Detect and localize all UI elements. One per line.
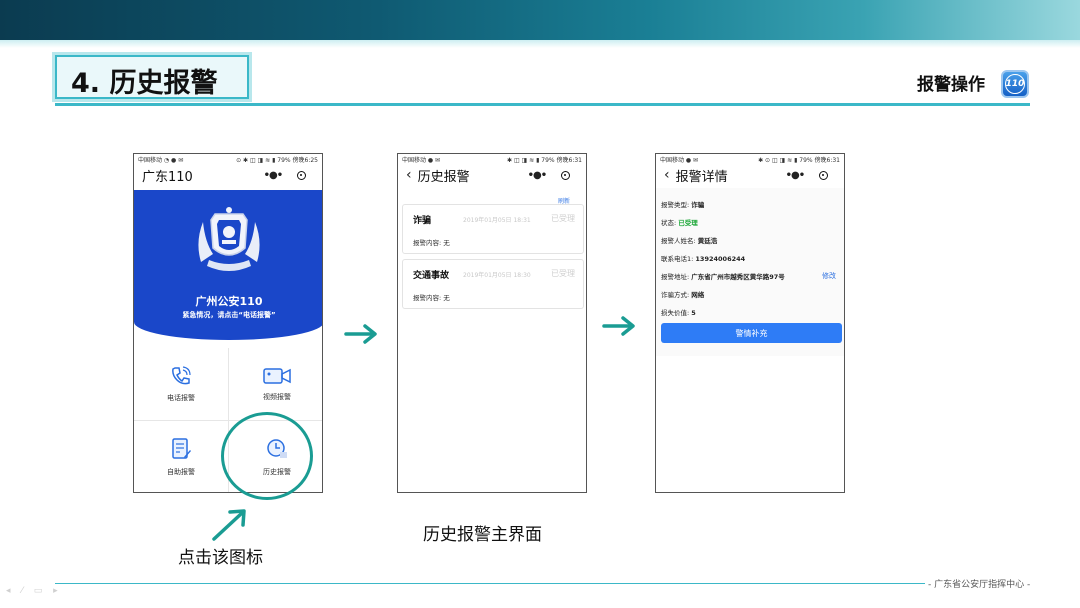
mini-program-capsule[interactable]: •●•: [520, 167, 578, 183]
caption-history-main: 历史报警主界面: [423, 525, 542, 545]
status-right: ✱ ◫ ◨ ≋ ▮ 79% 傍晚6:31: [507, 157, 582, 164]
status-left: 中国移动 ◔ ● ✉: [138, 157, 184, 164]
field-label: 报警地址:: [661, 273, 692, 281]
police-emblem-icon: [198, 207, 260, 271]
field-label: 状态:: [661, 219, 679, 227]
nav-bar: ‹ 报警详情 •●•: [656, 164, 844, 186]
status-right: ✱ ⊙ ◫ ◨ ≋ ▮ 79% 傍晚6:31: [758, 157, 840, 164]
next-arrow-icon: [602, 316, 635, 336]
status-left: 中国移动 ● ✉: [660, 157, 699, 164]
record-time: 2019年01月05日 18:30: [463, 272, 531, 279]
header-banner-glow: [0, 40, 1080, 48]
field-label: 损失价值:: [661, 309, 692, 317]
detail-field-phone: 联系电话1: 13924006244: [661, 253, 745, 263]
back-chevron-icon[interactable]: ‹: [406, 167, 412, 183]
history-record-card[interactable]: 交通事故 2019年01月05日 18:30 已受理 报警内容: 无: [402, 259, 584, 309]
edit-address-link[interactable]: 修改: [822, 271, 836, 281]
field-label: 诈骗方式:: [661, 291, 692, 299]
grid-item-phone-report[interactable]: 电话报警: [134, 348, 228, 420]
record-type: 交通事故: [413, 271, 450, 281]
highlight-circle: [221, 412, 313, 500]
record-content: 报警内容: 无: [413, 239, 450, 247]
phone-screen-detail: 中国移动 ● ✉ ✱ ⊙ ◫ ◨ ≋ ▮ 79% 傍晚6:31 ‹ 报警详情 •…: [655, 153, 845, 493]
hero-title: 广州公安110: [195, 295, 263, 308]
field-value: 13924006244: [695, 255, 746, 263]
footer-text: - 广东省公安厅指挥中心 -: [928, 580, 1031, 590]
header-banner: [0, 0, 1080, 40]
110-logo-icon: 110: [1001, 70, 1029, 98]
section-label: 报警操作: [917, 75, 985, 95]
next-arrow-icon: [344, 324, 377, 344]
more-dots-icon[interactable]: •●•: [786, 170, 805, 181]
grid-item-label: 视频报警: [263, 393, 291, 401]
grid-item-self-report[interactable]: 自助报警: [134, 421, 228, 492]
status-right: ⊙ ✱ ◫ ◨ ≋ ▮ 79% 傍晚6:25: [236, 157, 318, 164]
field-label: 联系电话1:: [661, 255, 696, 263]
field-label: 报警人姓名:: [661, 237, 698, 245]
mini-program-capsule[interactable]: •●•: [256, 167, 314, 183]
slide-player-controls-icon[interactable]: ◂ ⁄ ▭ ▸: [6, 586, 62, 596]
more-dots-icon[interactable]: •●•: [528, 170, 547, 181]
mini-program-capsule[interactable]: •●•: [778, 167, 836, 183]
detail-field-type: 报警类型: 诈骗: [661, 199, 704, 209]
close-target-icon[interactable]: [561, 170, 571, 180]
detail-field-address: 报警地址: 广东省广州市越秀区黄华路97号: [661, 271, 785, 281]
slide-title: 4. 历史报警: [71, 68, 218, 99]
video-camera-icon: [263, 368, 291, 384]
footer-divider: [55, 583, 925, 584]
grid-item-label: 电话报警: [167, 394, 195, 402]
caption-click-icon: 点击该图标: [178, 548, 263, 568]
hero-subtitle: 紧急情况，请点击“电话报警”: [182, 311, 276, 319]
field-value: 黄廷浩: [697, 237, 718, 245]
status-left: 中国移动 ● ✉: [402, 157, 441, 164]
field-value: 5: [691, 309, 696, 317]
field-value: 广东省广州市越秀区黄华路97号: [691, 273, 785, 281]
title-divider: [55, 103, 1030, 106]
pointer-arrow-icon: [212, 509, 246, 541]
status-bar: 中国移动 ● ✉ ✱ ⊙ ◫ ◨ ≋ ▮ 79% 傍晚6:31: [656, 154, 844, 164]
detail-field-status: 状态: 已受理: [661, 217, 698, 227]
back-chevron-icon[interactable]: ‹: [664, 167, 670, 183]
phone-screen-history: 中国移动 ● ✉ ✱ ◫ ◨ ≋ ▮ 79% 傍晚6:31 ‹ 历史报警 •●•…: [397, 153, 587, 493]
self-report-form-icon: [172, 438, 191, 459]
detail-field-loss: 损失价值: 5: [661, 307, 696, 317]
field-label: 报警类型:: [661, 201, 692, 209]
hero-banner: 广州公安110 紧急情况，请点击“电话报警”: [134, 190, 322, 340]
nav-bar: ‹ 历史报警 •●•: [398, 164, 586, 186]
record-time: 2019年01月05日 18:31: [463, 217, 531, 224]
record-content: 报警内容: 无: [413, 294, 450, 302]
logo-text: 110: [1005, 74, 1025, 94]
record-type: 诈骗: [413, 216, 432, 226]
field-value: 网络: [691, 291, 705, 299]
status-bar: 中国移动 ◔ ● ✉ ⊙ ✱ ◫ ◨ ≋ ▮ 79% 傍晚6:25: [134, 154, 322, 164]
record-status: 已受理: [551, 269, 575, 278]
more-dots-icon[interactable]: •●•: [264, 170, 283, 181]
detail-field-method: 诈骗方式: 网络: [661, 289, 704, 299]
slide-title-box: 4. 历史报警: [55, 55, 249, 99]
nav-title: 广东110: [142, 169, 193, 185]
detail-field-name: 报警人姓名: 黄廷浩: [661, 235, 717, 245]
history-record-card[interactable]: 诈骗 2019年01月05日 18:31 已受理 报警内容: 无: [402, 204, 584, 254]
close-target-icon[interactable]: [819, 170, 829, 180]
phone-call-icon: [172, 366, 191, 385]
nav-bar: 广东110 •●•: [134, 164, 322, 186]
grid-item-video-report[interactable]: 视频报警: [230, 348, 322, 420]
field-value: 诈骗: [691, 201, 705, 209]
grid-item-label: 自助报警: [167, 468, 195, 476]
nav-title: 报警详情: [675, 169, 728, 185]
record-status: 已受理: [551, 214, 575, 223]
supplement-button[interactable]: 警情补充: [661, 323, 842, 343]
status-accepted: 已受理: [678, 219, 698, 227]
nav-title: 历史报警: [417, 169, 470, 185]
close-target-icon[interactable]: [297, 170, 307, 180]
status-bar: 中国移动 ● ✉ ✱ ◫ ◨ ≋ ▮ 79% 傍晚6:31: [398, 154, 586, 164]
